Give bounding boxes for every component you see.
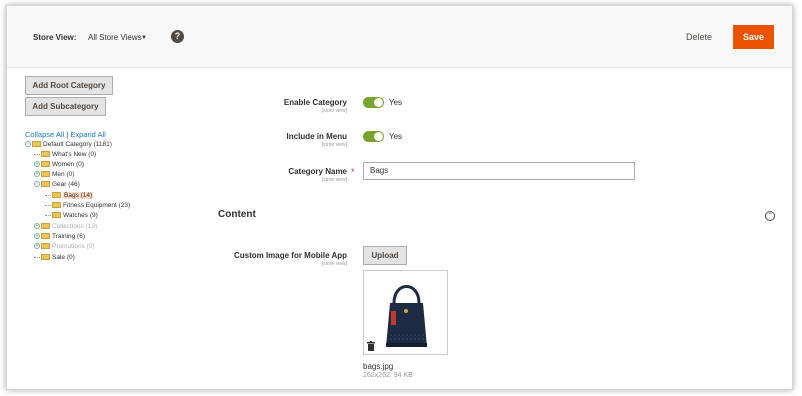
folder-icon <box>41 233 50 240</box>
tree-node[interactable]: What's New (0) <box>34 150 96 160</box>
enable-category-toggle[interactable] <box>363 97 384 108</box>
include-in-menu-value: Yes <box>389 132 403 141</box>
category-name-label: Category Name <box>288 167 347 176</box>
trash-icon[interactable] <box>367 341 375 351</box>
tree-node[interactable]: - Gear (46) <box>34 180 80 190</box>
include-in-menu-label: Include in Menu <box>286 132 347 141</box>
expand-all-link[interactable]: Expand All <box>70 130 105 139</box>
folder-icon <box>41 151 50 158</box>
store-view-label: Store View: <box>33 33 77 42</box>
upload-button[interactable]: Upload <box>363 246 407 265</box>
tree-expand-icon[interactable]: + <box>34 243 40 250</box>
tree-node-label[interactable]: Men (0) <box>52 171 74 178</box>
tree-controls: Collapse All | Expand All <box>25 130 106 139</box>
tree-connector <box>34 153 40 155</box>
tree-node[interactable]: Fitness Equipment (23) <box>45 201 130 211</box>
image-file-meta: 262x262, 94 KB <box>363 372 413 379</box>
folder-icon <box>52 202 61 209</box>
chevron-up-circle-icon[interactable]: ⌃ <box>765 211 775 221</box>
folder-icon <box>52 192 61 199</box>
content-section-title[interactable]: Content <box>218 209 256 220</box>
tree-connector <box>45 214 51 216</box>
tree-node-label[interactable]: Women (0) <box>52 161 84 168</box>
tree-node-label[interactable]: What's New (0) <box>52 151 96 158</box>
category-name-scope: [store view] <box>321 177 347 183</box>
folder-icon <box>52 212 61 219</box>
tree-node[interactable]: + Training (6) <box>34 232 85 242</box>
tree-node[interactable]: Bags (14) <box>45 191 94 201</box>
tree-node-label[interactable]: Training (6) <box>52 233 85 240</box>
collapse-all-link[interactable]: Collapse All <box>25 130 64 139</box>
tree-node-label[interactable]: Bags (14) <box>63 192 94 199</box>
page-actions-bar: Store View: All Store Views ▼ ? Delete S… <box>7 6 792 68</box>
image-file-name: bags.jpg <box>363 362 394 371</box>
question-circle-icon[interactable]: ? <box>171 30 184 43</box>
toggle-knob <box>374 98 383 107</box>
tree-node-label[interactable]: Default Category (1181) <box>43 141 112 148</box>
folder-icon <box>32 141 41 148</box>
enable-category-value: Yes <box>389 98 403 107</box>
category-name-input[interactable]: Bags <box>363 162 635 180</box>
tree-node-label[interactable]: Fitness Equipment (23) <box>63 202 130 209</box>
add-subcategory-button[interactable]: Add Subcategory <box>25 97 106 116</box>
include-in-menu-toggle[interactable] <box>363 131 384 142</box>
image-preview <box>363 270 448 355</box>
tree-node[interactable]: Watches (9) <box>45 211 98 221</box>
custom-image-label: Custom Image for Mobile App <box>233 251 347 260</box>
tree-connector <box>34 256 40 258</box>
folder-icon <box>41 223 50 230</box>
tree-node-label[interactable]: Sale (0) <box>52 254 75 261</box>
tree-node-label[interactable]: Watches (9) <box>63 212 98 219</box>
enable-category-label: Enable Category <box>283 98 347 107</box>
tree-node-label[interactable]: Collections (13) <box>52 223 97 230</box>
tree-node[interactable]: - Default Category (1181) <box>25 140 112 150</box>
tree-collapse-icon[interactable]: - <box>34 181 40 188</box>
tree-node[interactable]: + Women (0) <box>34 160 84 170</box>
bag-product-image <box>386 285 427 347</box>
folder-icon <box>41 171 50 178</box>
tree-node-label[interactable]: Gear (46) <box>52 181 80 188</box>
folder-icon <box>41 181 50 188</box>
tree-node-label[interactable]: Promotions (0) <box>52 243 95 250</box>
category-edit-page: Store View: All Store Views ▼ ? Delete S… <box>6 5 793 390</box>
tree-collapse-icon[interactable]: - <box>25 141 31 148</box>
tree-expand-icon[interactable]: + <box>34 223 40 230</box>
tree-node[interactable]: Sale (0) <box>34 253 75 263</box>
tree-node[interactable]: + Men (0) <box>34 170 74 180</box>
tree-node[interactable]: + Promotions (0) <box>34 242 95 252</box>
delete-button[interactable]: Delete <box>686 32 712 42</box>
tree-expand-icon[interactable]: + <box>34 171 40 178</box>
caret-down-icon[interactable]: ▼ <box>141 35 147 41</box>
include-in-menu-scope: [store view] <box>321 142 347 148</box>
tree-connector <box>45 194 51 196</box>
folder-icon <box>41 254 50 261</box>
save-button[interactable]: Save <box>733 25 774 49</box>
custom-image-scope: [store view] <box>321 261 347 267</box>
tree-expand-icon[interactable]: + <box>34 161 40 168</box>
folder-icon <box>41 243 50 250</box>
toggle-knob <box>374 132 383 141</box>
store-view-switcher[interactable]: All Store Views <box>88 33 142 42</box>
tree-controls-separator: | <box>66 130 69 139</box>
add-root-category-button[interactable]: Add Root Category <box>25 76 113 95</box>
tree-connector <box>45 204 51 206</box>
required-mark: * <box>351 167 355 177</box>
enable-category-scope: [store view] <box>321 108 347 114</box>
tree-node[interactable]: + Collections (13) <box>34 222 97 232</box>
folder-icon <box>41 161 50 168</box>
tree-expand-icon[interactable]: + <box>34 233 40 240</box>
